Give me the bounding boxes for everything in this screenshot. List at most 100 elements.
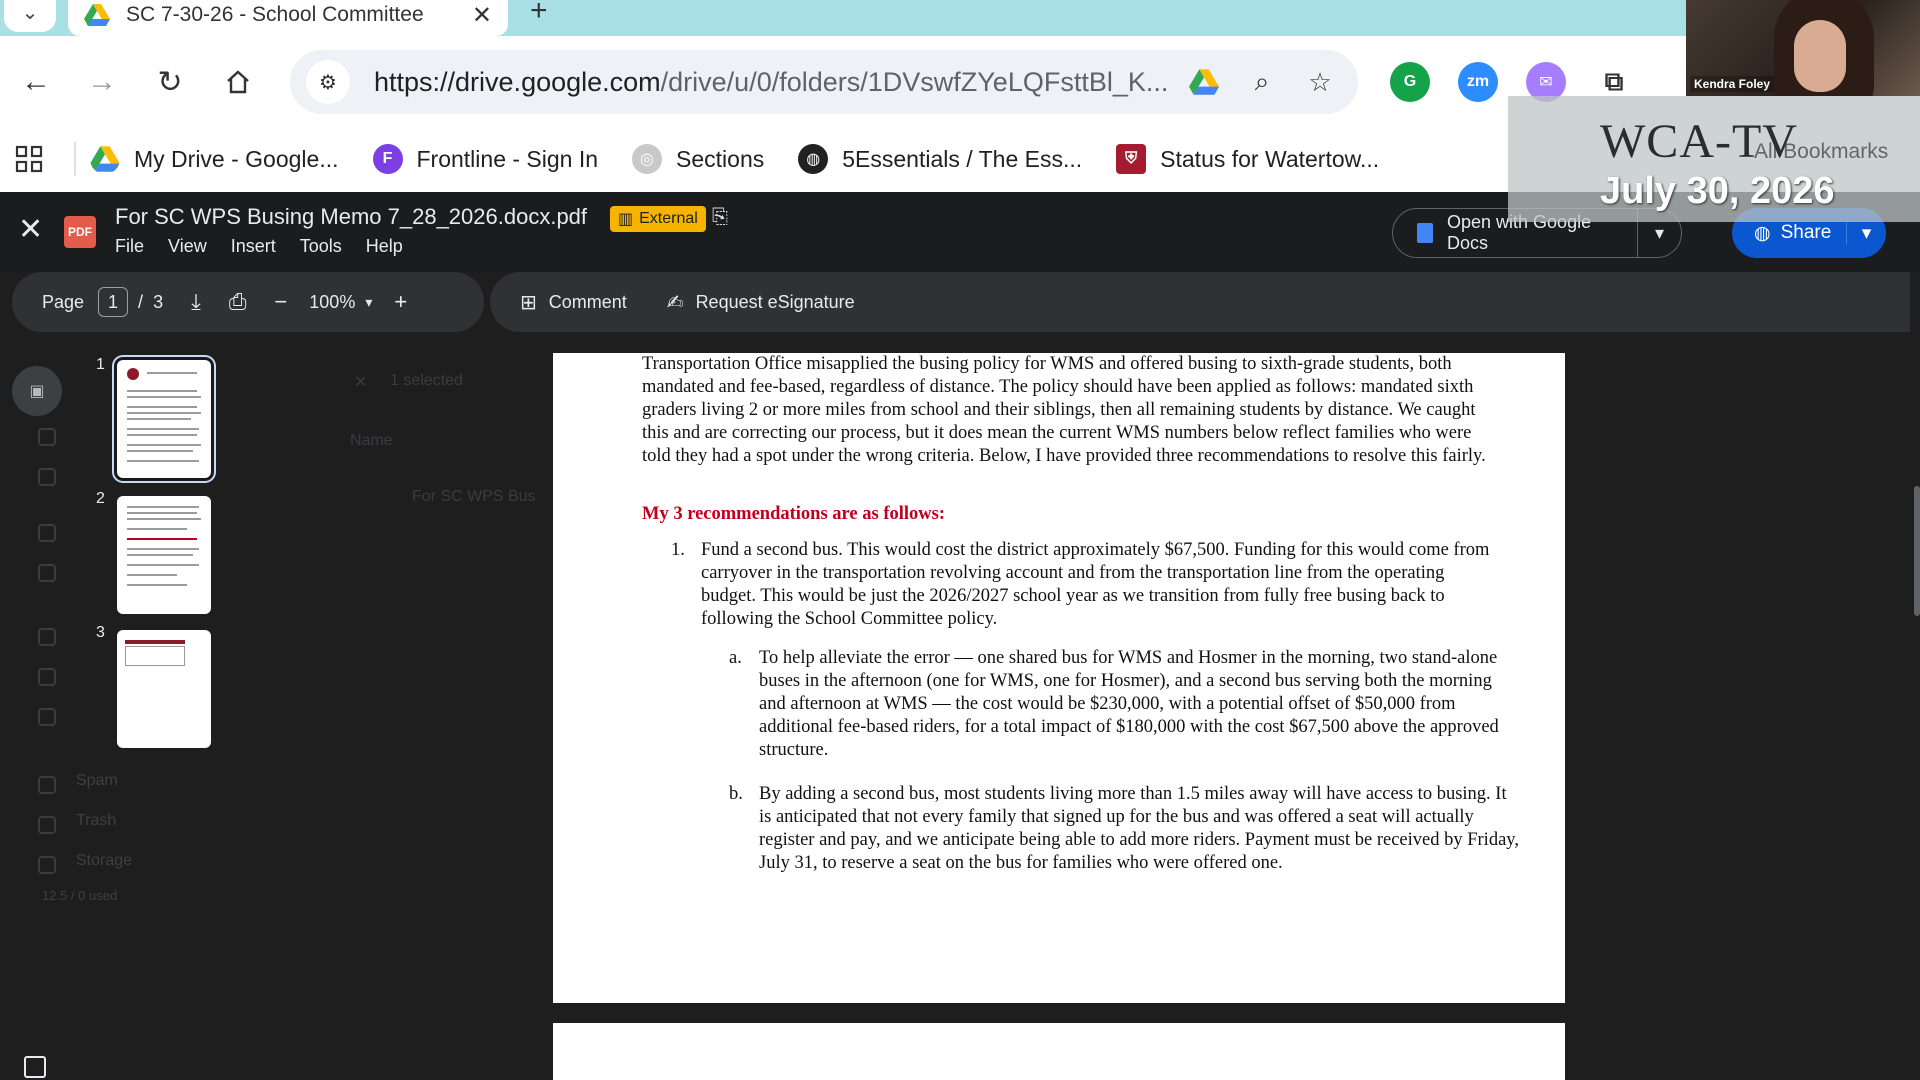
- spam-icon: [38, 776, 56, 794]
- bookmark-sections[interactable]: ◎ Sections: [632, 144, 764, 174]
- recommendations-heading: My 3 recommendations are as follows:: [642, 504, 945, 524]
- starred-icon: [38, 708, 56, 726]
- background-drive-ui: ▣ Spam Trash Storage 12.5 / 0 used ✕ 1 s…: [0, 332, 560, 1080]
- annotation-toolbar: ⊞ Comment ✍ Request eSignature: [490, 272, 1910, 332]
- thumb-number: 2: [96, 490, 105, 507]
- shared-icon: [38, 628, 56, 646]
- file-row-name: For SC WPS Bus: [412, 488, 536, 505]
- signature-icon: ✍: [666, 291, 684, 314]
- zoom-out-icon[interactable]: −: [274, 289, 287, 315]
- activity-icon: [38, 428, 56, 446]
- browser-tab[interactable]: SC 7-30-26 - School Committee ✕: [68, 0, 508, 36]
- page-label: Page: [42, 291, 85, 312]
- thumb-number: 3: [96, 624, 105, 641]
- comment-icon: ⊞: [520, 291, 537, 314]
- menu-file[interactable]: File: [115, 236, 144, 257]
- file-title: For SC WPS Busing Memo 7_28_2026.docx.pd…: [115, 204, 588, 229]
- apps-grid-icon[interactable]: [0, 145, 58, 173]
- menu-insert[interactable]: Insert: [231, 236, 276, 257]
- tab-strip: ⌄ SC 7-30-26 - School Committee ✕ +: [0, 0, 1920, 36]
- globe-icon: ◍: [798, 144, 829, 174]
- comment-button[interactable]: ⊞ Comment: [520, 290, 627, 315]
- broadcast-date: July 30, 2026: [1600, 170, 1835, 212]
- thumb-number: 1: [96, 356, 105, 373]
- zoom-magnifier-icon[interactable]: ⌕: [1240, 60, 1284, 104]
- google-drive-icon[interactable]: [1182, 60, 1226, 104]
- home-icon[interactable]: [216, 60, 260, 104]
- download-icon[interactable]: ⤓: [191, 289, 201, 315]
- menu-view[interactable]: View: [168, 236, 207, 257]
- zoom-in-icon[interactable]: +: [394, 289, 407, 315]
- bookmark-status-watertown[interactable]: ⛨ Status for Watertow...: [1116, 144, 1379, 174]
- new-tab-button[interactable]: +: [530, 0, 548, 28]
- url-text: https://drive.google.com/drive/u/0/folde…: [374, 66, 1168, 97]
- storage-icon: [38, 856, 56, 874]
- name-column-header: Name: [350, 432, 393, 449]
- side-trash: Trash: [76, 812, 117, 829]
- menu-tools[interactable]: Tools: [300, 236, 342, 257]
- tab-title: SC 7-30-26 - School Committee: [126, 3, 424, 26]
- side-storage: Storage: [76, 852, 133, 869]
- chevron-down-icon: ⌄: [21, 1, 39, 24]
- zoom-extension-icon[interactable]: zm: [1458, 62, 1498, 102]
- bookmarks-divider: [74, 142, 76, 176]
- total-pages: 3: [153, 291, 164, 312]
- close-icon[interactable]: ✕: [472, 1, 492, 30]
- globe-icon: ◍: [1754, 222, 1771, 244]
- pdf-file-icon: PDF: [64, 216, 96, 248]
- scrollbar[interactable]: [1914, 486, 1920, 616]
- move-folder-icon[interactable]: ⎘: [712, 206, 728, 229]
- external-badge: ▥ External: [610, 206, 706, 232]
- toggle-sidebar-icon[interactable]: [24, 1056, 46, 1078]
- pdf-page-1: Transportation Office misapplied the bus…: [553, 353, 1565, 1003]
- intro-paragraph: Transportation Office misapplied the bus…: [642, 354, 1486, 466]
- page-thumbnail-3[interactable]: [117, 630, 211, 748]
- shared-drives-icon: [38, 564, 56, 582]
- menu-help[interactable]: Help: [366, 236, 403, 257]
- grammarly-extension-icon[interactable]: G: [1390, 62, 1430, 102]
- trash-icon: [38, 816, 56, 834]
- page-thumbnail-2[interactable]: [117, 496, 211, 614]
- wcatv-logo: WCA-TV: [1600, 115, 1798, 168]
- page-thumbnail-1[interactable]: [114, 357, 214, 481]
- image-icon[interactable]: ▣: [12, 366, 62, 416]
- current-page-input[interactable]: 1: [98, 287, 129, 317]
- participant-name: Kendra Foley: [1690, 76, 1775, 92]
- forward-icon[interactable]: →: [80, 60, 124, 104]
- viewer-menu-bar: File View Insert Tools Help: [115, 236, 403, 257]
- back-icon[interactable]: ←: [14, 60, 58, 104]
- caret-down-icon: ▾: [1861, 222, 1872, 244]
- print-icon[interactable]: ⎙: [229, 289, 247, 315]
- frontline-icon: F: [372, 144, 403, 174]
- participant-face: [1794, 20, 1846, 92]
- bookmark-star-icon[interactable]: ☆: [1298, 60, 1342, 104]
- bookmark-5essentials[interactable]: ◍ 5Essentials / The Ess...: [798, 144, 1082, 174]
- request-esignature-button[interactable]: ✍ Request eSignature: [667, 290, 855, 315]
- address-bar[interactable]: ⚙ https://drive.google.com/drive/u/0/fol…: [290, 50, 1358, 114]
- site-info-icon[interactable]: ⚙: [306, 60, 350, 104]
- workspaces-icon: [38, 468, 56, 486]
- reload-icon[interactable]: ↻: [148, 60, 192, 104]
- caret-down-icon: ▾: [1655, 222, 1665, 243]
- tab-search-button[interactable]: ⌄: [4, 0, 56, 32]
- storage-used: 12.5 / 0 used: [42, 888, 118, 903]
- page-separator: /: [138, 291, 144, 312]
- google-drive-icon: [90, 146, 120, 172]
- zoom-dropdown-icon[interactable]: ▾: [365, 294, 372, 311]
- pdf-page-2: [553, 1023, 1565, 1080]
- share-dropdown[interactable]: ▾: [1846, 221, 1886, 245]
- google-drive-icon: [84, 4, 110, 26]
- close-viewer-icon[interactable]: ✕: [18, 212, 43, 247]
- bookmark-frontline[interactable]: F Frontline - Sign In: [372, 144, 598, 174]
- close-selection-icon: ✕: [354, 374, 368, 391]
- shield-icon: ⛨: [1116, 144, 1147, 174]
- recent-icon: [38, 668, 56, 686]
- external-icon: ▥: [618, 211, 634, 228]
- google-docs-icon: [1417, 223, 1433, 243]
- selection-count: 1 selected: [390, 372, 463, 389]
- participant-video: Kendra Foley: [1686, 0, 1920, 96]
- zoom-level[interactable]: 100%: [309, 292, 355, 313]
- bookmark-my-drive[interactable]: My Drive - Google...: [90, 144, 339, 174]
- pdf-page-toolbar: Page 1 / 3 ⤓ ⎙ − 100% ▾ +: [12, 272, 484, 332]
- my-drive-icon: [38, 524, 56, 542]
